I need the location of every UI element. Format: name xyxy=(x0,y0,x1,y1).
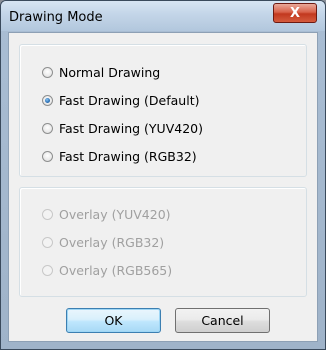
close-button[interactable]: X xyxy=(273,3,317,23)
radio-icon[interactable] xyxy=(42,151,53,162)
radio-overlay-rgb32: Overlay (RGB32) xyxy=(42,235,164,250)
close-icon: X xyxy=(289,5,301,21)
radio-disabled-icon xyxy=(42,237,53,248)
radio-overlay-rgb565: Overlay (RGB565) xyxy=(42,263,172,278)
overlay-group: Overlay (YUV420) Overlay (RGB32) Overlay… xyxy=(19,187,307,297)
ok-button-label: OK xyxy=(104,313,123,328)
title-bar[interactable]: Drawing Mode X xyxy=(1,1,325,31)
drawing-mode-dialog: Drawing Mode X Normal Drawing Fast Drawi… xyxy=(0,0,326,350)
radio-label: Overlay (YUV420) xyxy=(59,207,171,222)
radio-disabled-icon xyxy=(42,265,53,276)
radio-icon[interactable] xyxy=(42,67,53,78)
radio-fast-drawing-default[interactable]: Fast Drawing (Default) xyxy=(42,93,199,108)
window-title: Drawing Mode xyxy=(9,10,103,25)
radio-label: Overlay (RGB565) xyxy=(59,263,173,278)
cancel-button[interactable]: Cancel xyxy=(175,308,270,333)
radio-icon[interactable] xyxy=(42,123,53,134)
radio-overlay-yuv420: Overlay (YUV420) xyxy=(42,207,171,222)
radio-label: Fast Drawing (YUV420) xyxy=(59,121,203,136)
radio-label: Fast Drawing (Default) xyxy=(59,93,200,108)
radio-normal-drawing[interactable]: Normal Drawing xyxy=(42,65,160,80)
radio-fast-drawing-yuv420[interactable]: Fast Drawing (YUV420) xyxy=(42,121,203,136)
radio-label: Fast Drawing (RGB32) xyxy=(59,149,197,164)
radio-fast-drawing-rgb32[interactable]: Fast Drawing (RGB32) xyxy=(42,149,197,164)
dialog-body: Normal Drawing Fast Drawing (Default) Fa… xyxy=(8,32,318,342)
cancel-button-label: Cancel xyxy=(201,313,244,328)
ok-button[interactable]: OK xyxy=(66,308,161,333)
radio-label: Overlay (RGB32) xyxy=(59,235,165,250)
radio-label: Normal Drawing xyxy=(59,65,161,80)
radio-disabled-icon xyxy=(42,209,53,220)
radio-selected-icon[interactable] xyxy=(42,95,53,106)
drawing-mode-group: Normal Drawing Fast Drawing (Default) Fa… xyxy=(19,44,307,177)
